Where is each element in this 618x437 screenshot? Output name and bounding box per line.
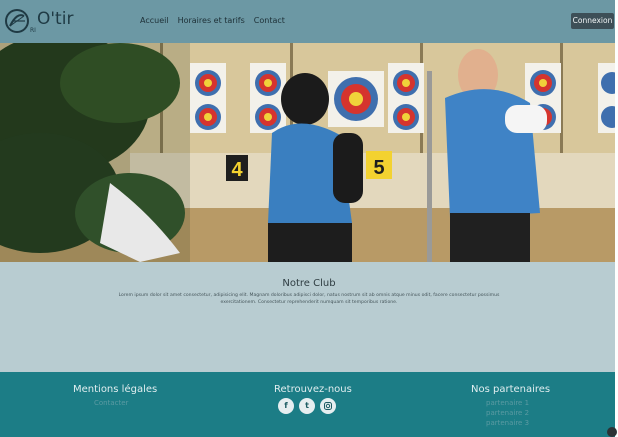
help-widget-icon[interactable] — [607, 427, 617, 437]
site-header: O'tir RI Accueil Horaires et tarifs Cont… — [0, 0, 618, 43]
partner-link-1[interactable]: partenaire 1 — [486, 399, 529, 407]
social-heading: Retrouvez-nous — [274, 384, 352, 395]
target-number-4: 4 — [231, 159, 243, 181]
partners-heading: Nos partenaires — [471, 384, 551, 395]
brand-name[interactable]: O'tir — [37, 9, 73, 29]
nav-horaires-tarifs[interactable]: Horaires et tarifs — [178, 16, 245, 25]
partner-link-2[interactable]: partenaire 2 — [486, 409, 529, 417]
site-footer: Mentions légales Contacter Retrouvez-nou… — [0, 372, 618, 437]
hero-image: 4 5 — [0, 43, 618, 262]
target-faces — [190, 63, 618, 133]
contact-link[interactable]: Contacter — [94, 399, 128, 407]
partner-link-3[interactable]: partenaire 3 — [486, 419, 529, 427]
instagram-icon[interactable] — [320, 398, 336, 414]
twitter-icon[interactable]: t — [299, 398, 315, 414]
club-title: Notre Club — [282, 278, 336, 289]
login-button[interactable]: Connexion — [571, 13, 614, 29]
brand-subtitle: RI — [30, 27, 36, 34]
nav-accueil[interactable]: Accueil — [140, 16, 169, 25]
facebook-icon[interactable]: f — [278, 398, 294, 414]
nav-contact[interactable]: Contact — [254, 16, 285, 25]
club-section: Notre Club Lorem ipsum dolor sit amet co… — [0, 262, 618, 372]
legal-heading: Mentions légales — [73, 384, 158, 395]
target-number-5: 5 — [373, 157, 384, 179]
main-nav: Accueil Horaires et tarifs Contact — [140, 16, 285, 25]
archer-logo-icon[interactable] — [4, 8, 30, 34]
club-description: Lorem ipsum dolor sit amet consectetur, … — [118, 293, 500, 305]
